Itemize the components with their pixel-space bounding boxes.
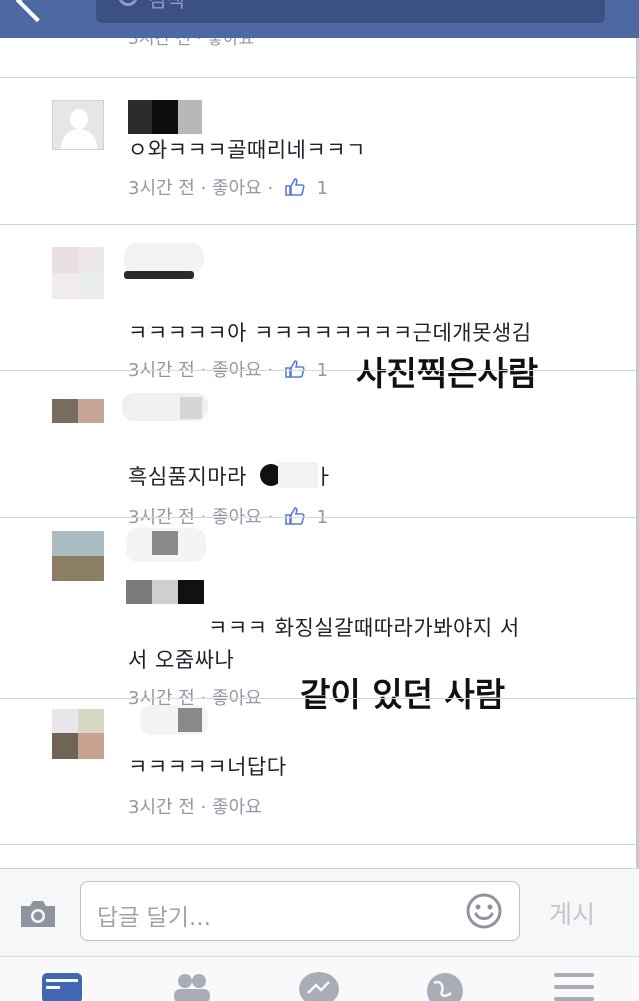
comment-meta: 3시간 전 · 좋아요 (128, 797, 262, 818)
reply-input[interactable]: 답글 달기... (80, 881, 520, 941)
back-arrow-icon[interactable] (15, 0, 59, 23)
post-button[interactable]: 게시 (549, 895, 595, 931)
comment-text-row: 흑심품지마라 ㅏ (128, 461, 334, 491)
search-icon (118, 0, 138, 6)
globe-icon[interactable] (422, 971, 468, 1001)
camera-icon[interactable] (18, 899, 58, 929)
comment-item: ㅋㅋㅋ 화징실갈때따라가봐야지 서 서 오줌싸나 3시간 전 · 좋아요 같이 … (0, 518, 636, 714)
avatar[interactable] (52, 100, 104, 150)
comment-text-line2: 서 오줌싸나 (128, 648, 235, 672)
menu-icon[interactable] (552, 971, 596, 1001)
comment-item: ㅋㅋㅋㅋㅋ아 ㅋㅋㅋㅋㅋㅋㅋㅋ근데개못생김 3시간 전 · 좋아요 · 1 사진… (0, 225, 636, 393)
search-placeholder: 검색 (148, 0, 185, 12)
bottom-tab-bar (0, 956, 639, 1001)
comment-item: ㅋㅋㅋㅋㅋ너답다 3시간 전 · 좋아요 (0, 699, 636, 845)
partial-comment-meta: 3시간 전 · 좋아요 (128, 38, 255, 49)
divider (0, 844, 636, 845)
like-link[interactable]: 좋아요 (212, 797, 262, 818)
avatar[interactable] (52, 399, 104, 449)
messenger-icon[interactable] (296, 971, 342, 1001)
comment-text: ㅋㅋㅋ 화징실갈때따라가봐야지 서 (208, 616, 520, 640)
comment-text: 흑심품지마라 (128, 465, 247, 489)
comment-time: 3시간 전 (128, 178, 195, 199)
like-link[interactable]: 좋아요 (212, 178, 262, 199)
friends-icon[interactable] (170, 971, 214, 1001)
like-count: 1 (316, 178, 329, 199)
comment-time: 3시간 전 (128, 797, 195, 818)
avatar[interactable] (52, 247, 104, 299)
search-bar[interactable]: 검색 (96, 0, 605, 23)
comment-item: 흑심품지마라 ㅏ 3시간 전 · 좋아요 · 1 (0, 371, 636, 528)
blurred-mention[interactable] (260, 462, 319, 488)
reply-placeholder: 답글 달기... (97, 905, 211, 931)
thumbs-up-icon (285, 178, 305, 196)
reply-composer: 답글 달기... 게시 (0, 868, 639, 957)
comment-item: ㅇ와ㅋㅋㅋ골때리네ㅋㅋㄱ 3시간 전 · 좋아요 · 1 (0, 78, 636, 224)
avatar[interactable] (52, 531, 104, 581)
comment-text: ㅋㅋㅋㅋㅋ아 ㅋㅋㅋㅋㅋㅋㅋㅋ근데개못생김 (128, 321, 532, 345)
news-feed-icon[interactable] (40, 971, 84, 1001)
top-nav-bar: 검색 (0, 0, 639, 38)
emoji-icon[interactable] (465, 892, 503, 930)
comment-text: ㅇ와ㅋㅋㅋ골때리네ㅋㅋㄱ (128, 138, 366, 162)
comment-list[interactable]: 3시간 전 · 좋아요 ㅇ와ㅋㅋㅋ골때리네ㅋㅋㄱ 3시간 전 · 좋아요 · 1 (0, 38, 639, 868)
avatar[interactable] (52, 709, 104, 759)
comment-meta: 3시간 전 · 좋아요 · 1 (128, 178, 329, 199)
comment-text: ㅋㅋㅋㅋㅋ너답다 (128, 755, 287, 779)
